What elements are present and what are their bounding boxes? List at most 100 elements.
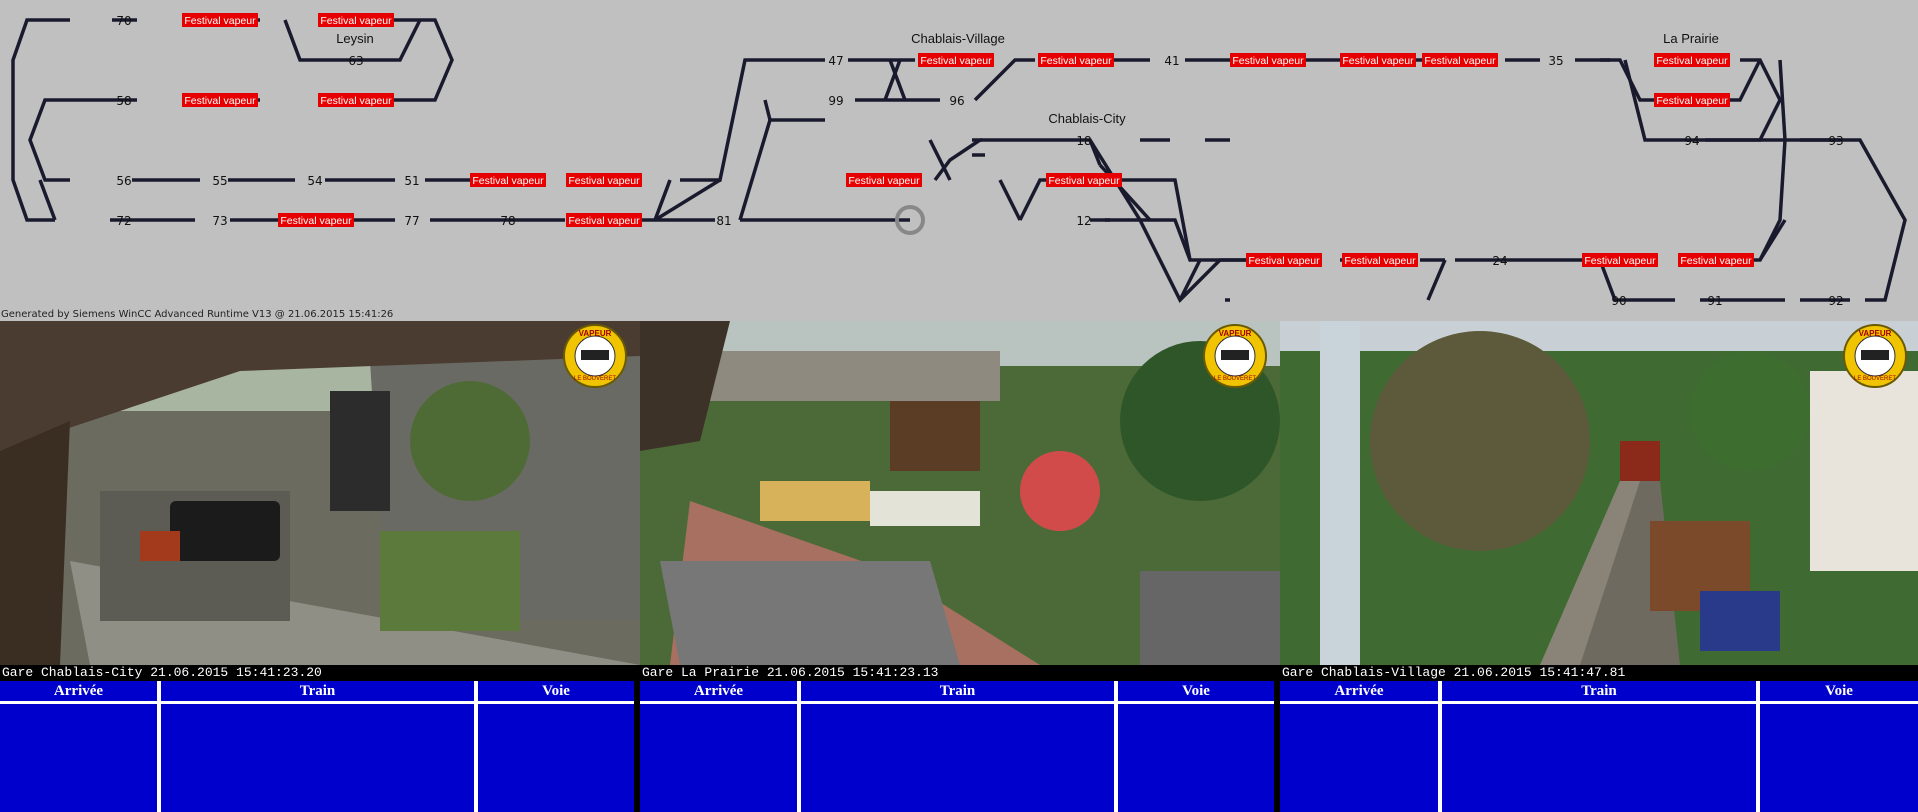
camera-caption: Gare Chablais-Village 21.06.2015 15:41:4… xyxy=(1282,665,1626,680)
train-tag[interactable]: Festival vapeur xyxy=(918,53,994,67)
camera-image xyxy=(1280,321,1918,665)
node-label: 92 xyxy=(1828,294,1843,308)
train-tag[interactable]: Festival vapeur xyxy=(1654,53,1730,67)
node-label: 93 xyxy=(1828,134,1843,148)
train-tag[interactable]: Festival vapeur xyxy=(318,13,394,27)
camera-caption: Gare La Prairie 21.06.2015 15:41:23.13 xyxy=(642,665,939,680)
train-tag-label: Festival vapeur xyxy=(1040,55,1112,67)
svg-text:VAPEUR: VAPEUR xyxy=(579,329,612,338)
swiss-vapeur-parc-logo: VAPEUR LE BOUVERET xyxy=(563,324,627,388)
train-tag-label: Festival vapeur xyxy=(320,95,392,107)
swiss-vapeur-parc-logo: VAPEUR LE BOUVERET xyxy=(1203,324,1267,388)
train-tag-label: Festival vapeur xyxy=(1680,255,1752,267)
swiss-vapeur-parc-logo: VAPEUR LE BOUVERET xyxy=(1843,324,1907,388)
station-name: Chablais-City xyxy=(1048,111,1126,126)
train-tag[interactable]: Festival vapeur xyxy=(1246,253,1322,267)
svg-text:LE BOUVERET: LE BOUVERET xyxy=(1214,376,1256,382)
train-tag-label: Festival vapeur xyxy=(1424,55,1496,67)
train-tag[interactable]: Festival vapeur xyxy=(182,93,258,107)
node-label: 18 xyxy=(1076,134,1091,148)
camera-caption: Gare Chablais-City 21.06.2015 15:41:23.2… xyxy=(2,665,322,680)
column-header-arrivee: Arrivée xyxy=(1280,681,1438,704)
train-tag[interactable]: Festival vapeur xyxy=(318,93,394,107)
train-tag-label: Festival vapeur xyxy=(1584,255,1656,267)
node-label: 58 xyxy=(116,94,131,108)
arrivals-board: Arrivée Train Voie xyxy=(0,681,634,812)
train-tag[interactable]: Festival vapeur xyxy=(278,213,354,227)
train-tag[interactable]: Festival vapeur xyxy=(1340,53,1416,67)
train-tag-label: Festival vapeur xyxy=(848,175,920,187)
node-label: 73 xyxy=(212,214,227,228)
train-tag-label: Festival vapeur xyxy=(1656,95,1728,107)
svg-text:VAPEUR: VAPEUR xyxy=(1859,329,1892,338)
node-label: 41 xyxy=(1164,54,1179,68)
column-header-voie: Voie xyxy=(1760,681,1918,704)
train-tag-label: Festival vapeur xyxy=(472,175,544,187)
column-header-arrivee: Arrivée xyxy=(640,681,797,704)
train-tag-label: Festival vapeur xyxy=(568,175,640,187)
train-tag[interactable]: Festival vapeur xyxy=(1046,173,1122,187)
column-header-train: Train xyxy=(161,681,474,704)
node-label: 70 xyxy=(116,14,131,28)
station-name: Chablais-Village xyxy=(911,31,1005,46)
train-tag[interactable]: Festival vapeur xyxy=(470,173,546,187)
train-tag[interactable]: Festival vapeur xyxy=(566,213,642,227)
train-tag[interactable]: Festival vapeur xyxy=(1230,53,1306,67)
train-tag-label: Festival vapeur xyxy=(920,55,992,67)
arrivals-board: Arrivée Train Voie xyxy=(1280,681,1918,812)
svg-text:LE BOUVERET: LE BOUVERET xyxy=(1854,376,1896,382)
column-header-voie: Voie xyxy=(478,681,634,704)
train-tag[interactable]: Festival vapeur xyxy=(1038,53,1114,67)
column-header-arrivee: Arrivée xyxy=(0,681,157,704)
node-label: 90 xyxy=(1611,294,1626,308)
train-tag-label: Festival vapeur xyxy=(568,215,640,227)
train-tag[interactable]: Festival vapeur xyxy=(1342,253,1418,267)
train-tag[interactable]: Festival vapeur xyxy=(1582,253,1658,267)
node-label: 91 xyxy=(1707,294,1722,308)
node-label: 54 xyxy=(307,174,322,188)
node-label: 55 xyxy=(212,174,227,188)
node-label: 94 xyxy=(1684,134,1699,148)
node-label: 96 xyxy=(949,94,964,108)
train-tag-label: Festival vapeur xyxy=(1342,55,1414,67)
train-tag-label: Festival vapeur xyxy=(184,15,256,27)
node-label: 78 xyxy=(500,214,515,228)
node-label: 99 xyxy=(828,94,843,108)
svg-text:VAPEUR: VAPEUR xyxy=(1219,329,1252,338)
train-tag-label: Festival vapeur xyxy=(1248,255,1320,267)
svg-text:LE BOUVERET: LE BOUVERET xyxy=(574,376,616,382)
train-tag[interactable]: Festival vapeur xyxy=(1654,93,1730,107)
camera-image xyxy=(0,321,640,665)
train-tag-label: Festival vapeur xyxy=(1656,55,1728,67)
node-label: 47 xyxy=(828,54,843,68)
generator-footer: Generated by Siemens WinCC Advanced Runt… xyxy=(1,309,394,320)
camera-panel-chablais-city: Gare Chablais-City 21.06.2015 15:41:23.2… xyxy=(0,321,640,812)
train-tag-label: Festival vapeur xyxy=(1232,55,1304,67)
station-name: La Prairie xyxy=(1663,31,1719,46)
node-label: 12 xyxy=(1076,214,1091,228)
node-label: 63 xyxy=(348,54,363,68)
column-header-voie: Voie xyxy=(1118,681,1274,704)
node-label: 72 xyxy=(116,214,131,228)
camera-image xyxy=(640,321,1280,665)
node-label: 81 xyxy=(716,214,731,228)
train-tag-label: Festival vapeur xyxy=(184,95,256,107)
node-label: 51 xyxy=(404,174,419,188)
train-tag-label: Festival vapeur xyxy=(1344,255,1416,267)
train-tag-label: Festival vapeur xyxy=(320,15,392,27)
node-label: 77 xyxy=(404,214,419,228)
train-tag[interactable]: Festival vapeur xyxy=(182,13,258,27)
arrivals-board: Arrivée Train Voie xyxy=(640,681,1274,812)
camera-panel-la-prairie: Gare La Prairie 21.06.2015 15:41:23.13 A… xyxy=(640,321,1280,812)
column-header-train: Train xyxy=(1442,681,1756,704)
train-tag-label: Festival vapeur xyxy=(1048,175,1120,187)
train-tag[interactable]: Festival vapeur xyxy=(846,173,922,187)
node-label: 56 xyxy=(116,174,131,188)
train-tag[interactable]: Festival vapeur xyxy=(566,173,642,187)
node-label: 35 xyxy=(1548,54,1563,68)
train-tag[interactable]: Festival vapeur xyxy=(1678,253,1754,267)
column-header-train: Train xyxy=(801,681,1114,704)
train-tag[interactable]: Festival vapeur xyxy=(1422,53,1498,67)
camera-panel-chablais-village: Gare Chablais-Village 21.06.2015 15:41:4… xyxy=(1280,321,1918,812)
track-diagram: 70 63 58 56 55 54 51 72 73 77 78 81 47 9… xyxy=(11,13,1907,308)
